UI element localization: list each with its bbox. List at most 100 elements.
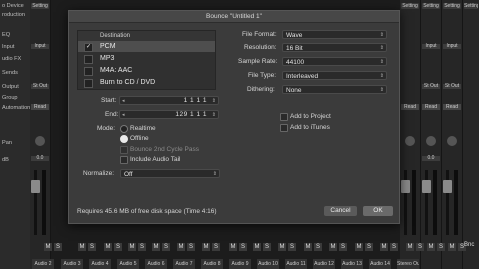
end-position-field[interactable]: ◂ 129 1 1 1 ⇕	[119, 110, 219, 119]
mute-button[interactable]: M	[229, 243, 237, 251]
destination-row-mp3[interactable]: MP3	[78, 53, 215, 64]
solo-button[interactable]: S	[339, 243, 347, 251]
include-audio-tail-label: Include Audio Tail	[130, 156, 181, 163]
dithering-popup[interactable]: None ⇕	[282, 85, 387, 94]
destination-row-burn[interactable]: Burn to CD / DVD	[78, 77, 215, 88]
mute-button[interactable]: M	[202, 243, 210, 251]
cancel-button[interactable]: Cancel	[324, 206, 357, 216]
add-to-project-checkbox[interactable]	[280, 113, 288, 121]
volume-fader[interactable]	[31, 180, 40, 193]
solo-button[interactable]: S	[114, 243, 122, 251]
solo-button[interactable]: S	[437, 243, 445, 251]
mute-button[interactable]: M	[406, 243, 414, 251]
normalize-value: Off	[124, 171, 133, 178]
pan-knob[interactable]	[426, 136, 436, 146]
solo-button[interactable]: S	[263, 243, 271, 251]
destination-row-pcm[interactable]: ✓ PCM	[78, 41, 215, 52]
add-to-itunes-checkbox[interactable]	[280, 124, 288, 132]
setting-button[interactable]: Setting	[464, 3, 478, 9]
setting-button[interactable]: Setting	[31, 3, 49, 9]
file-type-popup[interactable]: Interleaved ⇕	[282, 71, 387, 80]
solo-button[interactable]: S	[416, 243, 424, 251]
solo-button[interactable]: S	[162, 243, 170, 251]
channel-name: Audio 5	[117, 259, 139, 269]
solo-button[interactable]: S	[288, 243, 296, 251]
solo-button[interactable]: S	[187, 243, 195, 251]
bounce-dialog: Bounce "Untitled 1" Destination ✓ PCM MP…	[68, 10, 400, 224]
pan-knob[interactable]	[35, 136, 45, 146]
volume-readout: 0.0	[31, 156, 49, 161]
input-slot[interactable]: Input	[422, 44, 440, 49]
input-slot[interactable]: Input	[443, 44, 461, 49]
solo-button[interactable]: S	[365, 243, 373, 251]
inspector-label: Group	[2, 95, 18, 101]
ok-button[interactable]: OK	[363, 206, 393, 216]
solo-button[interactable]: S	[239, 243, 247, 251]
file-type-label: File Type:	[248, 72, 277, 79]
destination-row-m4a[interactable]: M4A: AAC	[78, 65, 215, 76]
channel-strip: Setting Read	[400, 0, 421, 269]
normalize-popup[interactable]: Off ⇕	[120, 169, 220, 178]
mute-button[interactable]: M	[329, 243, 337, 251]
setting-button[interactable]: Setting	[401, 3, 419, 9]
setting-button[interactable]: Setting	[443, 3, 461, 9]
offline-radio[interactable]	[120, 135, 128, 143]
mute-button[interactable]: M	[355, 243, 363, 251]
solo-button[interactable]: S	[390, 243, 398, 251]
file-format-value: Wave	[286, 32, 303, 39]
mute-button[interactable]: M	[104, 243, 112, 251]
pan-knob[interactable]	[447, 136, 457, 146]
level-meter	[454, 170, 458, 235]
chevron-updown-icon: ⇕	[379, 73, 384, 79]
solo-button[interactable]: S	[88, 243, 96, 251]
volume-fader[interactable]	[443, 180, 452, 193]
solo-button[interactable]: S	[212, 243, 220, 251]
mute-button[interactable]: M	[278, 243, 286, 251]
mute-button[interactable]: M	[380, 243, 388, 251]
solo-button[interactable]: S	[138, 243, 146, 251]
include-audio-tail-checkbox[interactable]	[120, 156, 128, 164]
file-format-label: File Format:	[242, 31, 277, 38]
output-slot[interactable]: St Out	[31, 84, 49, 89]
mute-button[interactable]: M	[152, 243, 160, 251]
mute-button[interactable]: M	[427, 243, 435, 251]
bounce-2nd-cycle-checkbox[interactable]	[120, 146, 128, 154]
automation-read[interactable]: Read	[401, 104, 419, 110]
checkbox[interactable]	[84, 79, 93, 88]
stepper-icon[interactable]: ⇕	[212, 111, 216, 119]
pan-knob[interactable]	[405, 136, 415, 146]
solo-button[interactable]: S	[54, 243, 62, 251]
volume-fader[interactable]	[401, 180, 410, 193]
channel-strip: Setting Input St Out Read	[442, 0, 463, 269]
setting-button[interactable]: Setting	[422, 3, 440, 9]
mute-button[interactable]: M	[78, 243, 86, 251]
automation-read[interactable]: Read	[31, 104, 49, 110]
start-position-field[interactable]: ◂ 1 1 1 1 ⇕	[119, 96, 219, 105]
output-slot[interactable]: St Out	[422, 84, 440, 89]
realtime-radio[interactable]	[120, 125, 128, 133]
solo-button[interactable]: S	[314, 243, 322, 251]
checkbox[interactable]	[84, 55, 93, 64]
chevron-updown-icon: ⇕	[212, 171, 217, 177]
automation-read[interactable]: Read	[422, 104, 440, 110]
mute-button[interactable]: M	[448, 243, 456, 251]
output-slot[interactable]: St Out	[443, 84, 461, 89]
mute-button[interactable]: M	[253, 243, 261, 251]
mute-button[interactable]: M	[44, 243, 52, 251]
end-value: 129 1 1 1	[175, 111, 207, 118]
stepper-icon[interactable]: ⇕	[212, 97, 216, 105]
mute-button[interactable]: M	[177, 243, 185, 251]
mute-button[interactable]: M	[304, 243, 312, 251]
bounce-button-partial[interactable]: Bnc	[464, 242, 474, 248]
input-slot[interactable]: Input	[31, 44, 49, 49]
mute-button[interactable]: M	[128, 243, 136, 251]
file-format-popup[interactable]: Wave ⇕	[282, 30, 387, 39]
sample-rate-popup[interactable]: 44100 ⇕	[282, 57, 387, 66]
add-to-project-label: Add to Project	[290, 113, 331, 120]
check-icon[interactable]: ✓	[84, 43, 93, 52]
resolution-popup[interactable]: 16 Bit ⇕	[282, 43, 387, 52]
checkbox[interactable]	[84, 67, 93, 76]
volume-fader[interactable]	[422, 180, 431, 193]
channel-name: Stereo Ou	[397, 259, 419, 269]
automation-read[interactable]: Read	[443, 104, 461, 110]
